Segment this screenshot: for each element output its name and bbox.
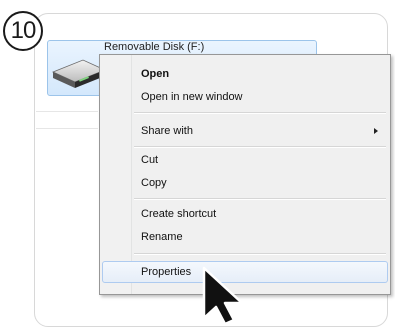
row-divider bbox=[36, 111, 98, 112]
drive-label: Removable Disk (F:) bbox=[104, 41, 205, 53]
menu-separator bbox=[134, 146, 386, 148]
step-number-badge: 10 bbox=[3, 11, 43, 51]
menu-item-cut[interactable]: Cut bbox=[102, 149, 388, 171]
submenu-arrow-icon bbox=[374, 128, 378, 134]
step-number: 10 bbox=[10, 17, 37, 44]
menu-item-copy[interactable]: Copy bbox=[102, 172, 388, 194]
context-menu: Open Open in new window Share with Cut C… bbox=[99, 54, 391, 295]
menu-item-share-with[interactable]: Share with bbox=[102, 120, 388, 142]
menu-separator bbox=[134, 198, 386, 200]
arrow-cursor-icon bbox=[202, 266, 244, 326]
menu-item-open[interactable]: Open bbox=[102, 63, 388, 85]
menu-item-create-shortcut[interactable]: Create shortcut bbox=[102, 203, 388, 225]
menu-separator bbox=[134, 112, 386, 114]
menu-item-open-new-window[interactable]: Open in new window bbox=[102, 86, 388, 108]
menu-item-share-with-label: Share with bbox=[141, 125, 193, 137]
menu-separator bbox=[134, 253, 386, 255]
row-divider bbox=[36, 128, 98, 129]
menu-item-rename[interactable]: Rename bbox=[102, 226, 388, 248]
